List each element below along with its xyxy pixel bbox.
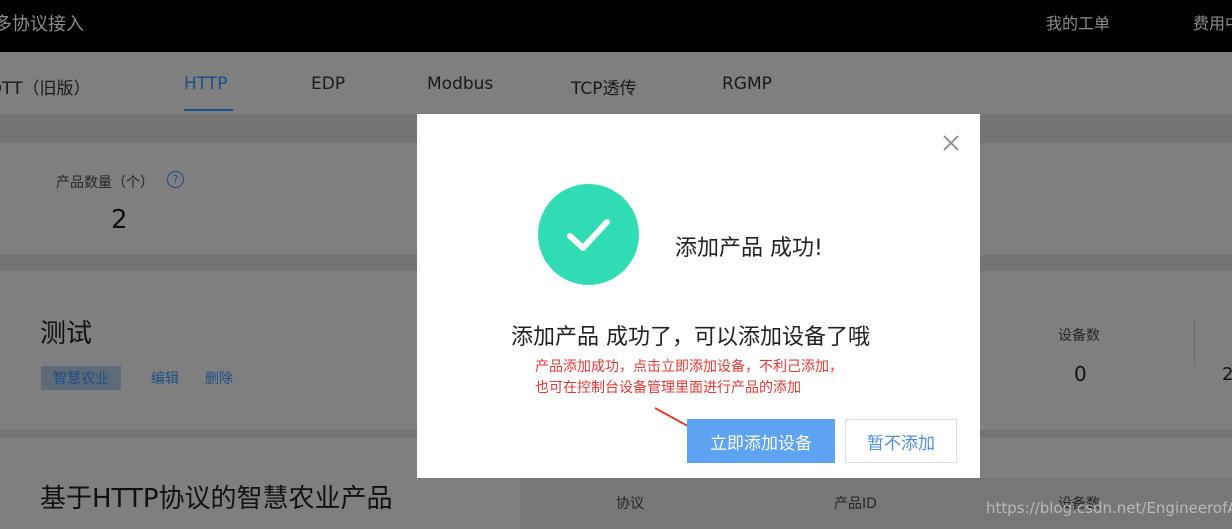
success-dialog: 添加产品 成功! 添加产品 成功了，可以添加设备了哦 产品添加成功，点击立即添加… — [417, 114, 980, 478]
product-count-value: 2 — [111, 205, 128, 235]
question-circle-icon[interactable]: ? — [167, 171, 184, 188]
divider — [1194, 320, 1195, 366]
tab-mqtt[interactable]: MQTT（旧版） — [0, 74, 91, 99]
annotation-note-line: 产品添加成功，点击立即添加设备，不利己添加， — [535, 359, 843, 375]
nav-my-tickets[interactable]: 我的工单 — [1046, 10, 1110, 34]
device-count-label: 设备数 — [1058, 328, 1100, 344]
delete-link[interactable]: 删除 — [205, 368, 233, 388]
check-circle-icon — [538, 184, 639, 285]
protocol-tabs: MQTT（旧版） HTTP EDP Modbus TCP透传 RGMP — [0, 52, 1232, 114]
success-message: 添加产品 成功了，可以添加设备了哦 — [511, 325, 870, 350]
column-header-product-id: 产品ID — [834, 496, 877, 512]
product-count-label: 产品数量（个） — [56, 175, 154, 191]
extra-count-value: 2 — [1222, 364, 1232, 385]
active-tab-indicator — [184, 109, 233, 111]
edit-link[interactable]: 编辑 — [151, 368, 179, 388]
annotation-note: 产品添加成功，点击立即添加设备，不利己添加， 也可在控制台设备管理里面进行产品的… — [535, 357, 843, 399]
tab-tcp[interactable]: TCP透传 — [571, 74, 637, 99]
device-count-value: 0 — [1074, 362, 1087, 386]
skip-add-button[interactable]: 暂不添加 — [845, 419, 957, 463]
annotation-note-line: 也可在控制台设备管理里面进行产品的添加 — [535, 380, 801, 396]
tab-http[interactable]: HTTP — [184, 74, 228, 94]
product-name[interactable]: 基于HTTP协议的智慧农业产品 — [40, 478, 393, 515]
column-header-protocol: 协议 — [616, 496, 644, 512]
success-title: 添加产品 成功! — [675, 236, 823, 261]
watermark: https://blog.csdn.net/EngineerofAI — [986, 499, 1232, 517]
nav-billing[interactable]: 费用中心 — [1193, 10, 1232, 34]
product-tag: 智慧农业 — [41, 366, 121, 390]
page-title: 多协议接入 — [0, 14, 84, 35]
close-icon[interactable] — [940, 132, 962, 154]
top-bar: 多协议接入 我的工单 费用中心 — [0, 0, 1232, 52]
tab-edp[interactable]: EDP — [311, 74, 345, 94]
tab-rgmp[interactable]: RGMP — [722, 74, 772, 94]
product-name[interactable]: 测试 — [40, 313, 92, 350]
tab-modbus[interactable]: Modbus — [427, 74, 493, 94]
add-device-now-button[interactable]: 立即添加设备 — [687, 419, 835, 463]
